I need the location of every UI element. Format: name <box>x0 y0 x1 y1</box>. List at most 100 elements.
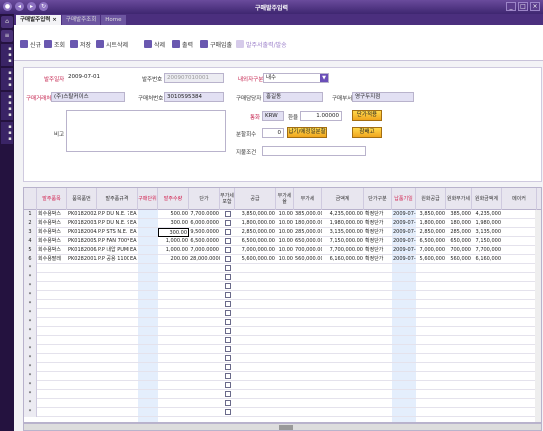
cell-price[interactable]: 6,500.0000 <box>189 237 220 246</box>
minimize-button[interactable]: _ <box>506 2 516 11</box>
cell-unit[interactable]: EA <box>129 219 138 228</box>
cell-ksupply[interactable]: 7,000,000 <box>416 246 446 255</box>
cell-spec[interactable]: P.P 공용 1100 <box>97 255 129 264</box>
vat-included-checkbox[interactable] <box>225 265 231 271</box>
table-row[interactable]: * <box>24 408 541 417</box>
cell-code[interactable]: PK0282001A <box>67 255 97 264</box>
vat-included-checkbox[interactable] <box>225 211 231 217</box>
cell-unit[interactable]: EA <box>129 210 138 219</box>
cell-item[interactable]: 회수용박스 <box>37 237 67 246</box>
cell-ptype[interactable]: 확정단가 <box>364 228 392 237</box>
split-due-date-button[interactable]: 납기/에정일분할 <box>287 127 327 138</box>
cell-kvat[interactable]: 180,000 <box>446 219 472 228</box>
cell-total[interactable]: 3,135,000.00 <box>322 228 364 237</box>
table-row[interactable]: * <box>24 399 541 408</box>
cell-ktotal[interactable]: 3,135,000 <box>472 228 502 237</box>
cell-kvat[interactable]: 385,000 <box>446 210 472 219</box>
cell-ksupply[interactable]: 6,500,000 <box>416 237 446 246</box>
table-row[interactable]: * <box>24 309 541 318</box>
cell-total[interactable]: 1,980,000.00 <box>322 219 364 228</box>
cell-vat[interactable]: 385,000.00 <box>294 210 322 219</box>
cell-spec[interactable]: P.P 내압 PUMP <box>97 246 129 255</box>
tab-purchase-order-search[interactable]: 구매발주조회 <box>61 15 101 25</box>
close-button[interactable]: × <box>530 2 540 11</box>
cell-date[interactable]: 2009-07-01 <box>392 255 416 264</box>
cell-ktotal[interactable]: 6,160,000 <box>472 255 502 264</box>
col-header-price[interactable]: 단가 <box>189 188 220 210</box>
cell-ptype[interactable]: 확정단가 <box>364 210 392 219</box>
cell-vat-rate[interactable]: 10.00 <box>276 228 294 237</box>
col-header-vat-rate[interactable]: 부가세율 <box>276 188 294 210</box>
col-header-price-type[interactable]: 단가구분 <box>364 188 392 210</box>
cell-item[interactable]: 회수용박스 <box>37 246 67 255</box>
cell-unit[interactable]: EA <box>129 237 138 246</box>
cell-qty[interactable]: 300.00 <box>158 219 189 228</box>
vat-included-checkbox[interactable] <box>225 283 231 289</box>
cell-ptype[interactable]: 확정단가 <box>364 246 392 255</box>
cell-vat-rate[interactable]: 10.00 <box>276 210 294 219</box>
vat-included-checkbox[interactable] <box>225 238 231 244</box>
cell-unit[interactable]: EA <box>129 228 138 237</box>
table-row[interactable]: * <box>24 282 541 291</box>
vat-included-checkbox[interactable] <box>225 256 231 262</box>
vat-included-checkbox[interactable] <box>225 364 231 370</box>
cell-code[interactable]: PK0182006A <box>67 246 97 255</box>
cell-ptype[interactable]: 확정단가 <box>364 237 392 246</box>
vat-included-checkbox[interactable] <box>225 247 231 253</box>
cell-price[interactable]: 7,700.0000 <box>189 210 220 219</box>
cell-price[interactable]: 28,000.0000 <box>189 255 220 264</box>
dept-field[interactable]: 영구두지점 <box>352 92 414 102</box>
table-row[interactable]: * <box>24 363 541 372</box>
cell-supply[interactable]: 1,800,000.00 <box>235 219 276 228</box>
table-row[interactable]: 3 회수용박스 PK0182004A P.P STS N.E. EA 300.00 9,50… <box>24 228 541 237</box>
col-header-maker[interactable]: 메이커 <box>502 188 537 210</box>
scroll-thumb[interactable] <box>279 425 293 430</box>
col-header-unit[interactable]: 구매단위 <box>138 188 158 210</box>
cell-code[interactable]: PK0182005A <box>67 237 97 246</box>
table-row[interactable]: * <box>24 273 541 282</box>
cell-qty[interactable]: 1,000.00 <box>158 246 189 255</box>
chevron-down-icon[interactable]: ▼ <box>320 74 328 82</box>
currency-field[interactable]: KRW <box>262 111 284 121</box>
vat-included-checkbox[interactable] <box>225 346 231 352</box>
cell-supply[interactable]: 2,850,000.00 <box>235 228 276 237</box>
cell-ktotal[interactable]: 1,980,000 <box>472 219 502 228</box>
cell-total[interactable]: 7,700,000.00 <box>322 246 364 255</box>
table-row[interactable]: * <box>24 291 541 300</box>
cell-vat[interactable]: 180,000.00 <box>294 219 322 228</box>
table-row[interactable]: 1 회수용박스 PK0182002A P.P DU N.E. 7 EA 500.00 7,7… <box>24 210 541 219</box>
table-row[interactable]: * <box>24 345 541 354</box>
payment-field[interactable] <box>262 146 366 156</box>
cell-ksupply[interactable]: 1,800,000 <box>416 219 446 228</box>
vat-included-checkbox[interactable] <box>225 328 231 334</box>
vat-included-checkbox[interactable] <box>225 310 231 316</box>
table-row[interactable]: * <box>24 336 541 345</box>
cell-qty[interactable]: 500.00 <box>158 210 189 219</box>
vat-included-checkbox[interactable] <box>225 373 231 379</box>
cell-ksupply[interactable]: 3,850,000 <box>416 210 446 219</box>
delete-button[interactable]: 삭제 <box>144 39 165 49</box>
order-date-field[interactable]: 2009-07-01 <box>66 73 126 83</box>
cell-vat[interactable]: 700,000.00 <box>294 246 322 255</box>
table-row[interactable]: * <box>24 327 541 336</box>
cell-supply[interactable]: 5,600,000.00 <box>235 255 276 264</box>
remark-textarea[interactable] <box>66 110 226 152</box>
cell-spec[interactable]: P.P DU N.E. 7 <box>97 210 129 219</box>
table-row[interactable]: * <box>24 390 541 399</box>
cell-qty[interactable]: 1,000.00 <box>158 237 189 246</box>
col-header-vat[interactable]: 부가세 <box>294 188 322 210</box>
grid-horizontal-scrollbar[interactable] <box>23 423 542 431</box>
vat-included-checkbox[interactable] <box>225 319 231 325</box>
cell-unit[interactable]: EA <box>129 255 138 264</box>
split-field[interactable]: 0 <box>262 128 284 138</box>
cell-ptype[interactable]: 확정단가 <box>364 219 392 228</box>
cell-kvat[interactable]: 560,000 <box>446 255 472 264</box>
vat-included-checkbox[interactable] <box>225 391 231 397</box>
vat-included-checkbox[interactable] <box>225 409 231 415</box>
cell-supply[interactable]: 7,000,000.00 <box>235 246 276 255</box>
col-header-krw-supply[interactable]: 원화공급 <box>416 188 446 210</box>
cell-item[interactable]: 회수용박스 <box>37 228 67 237</box>
cell-ksupply[interactable]: 5,600,000 <box>416 255 446 264</box>
sidebar-tab-4[interactable]: ▪▪▪ <box>1 122 13 144</box>
cell-date[interactable]: 2009-07-01 <box>392 228 416 237</box>
